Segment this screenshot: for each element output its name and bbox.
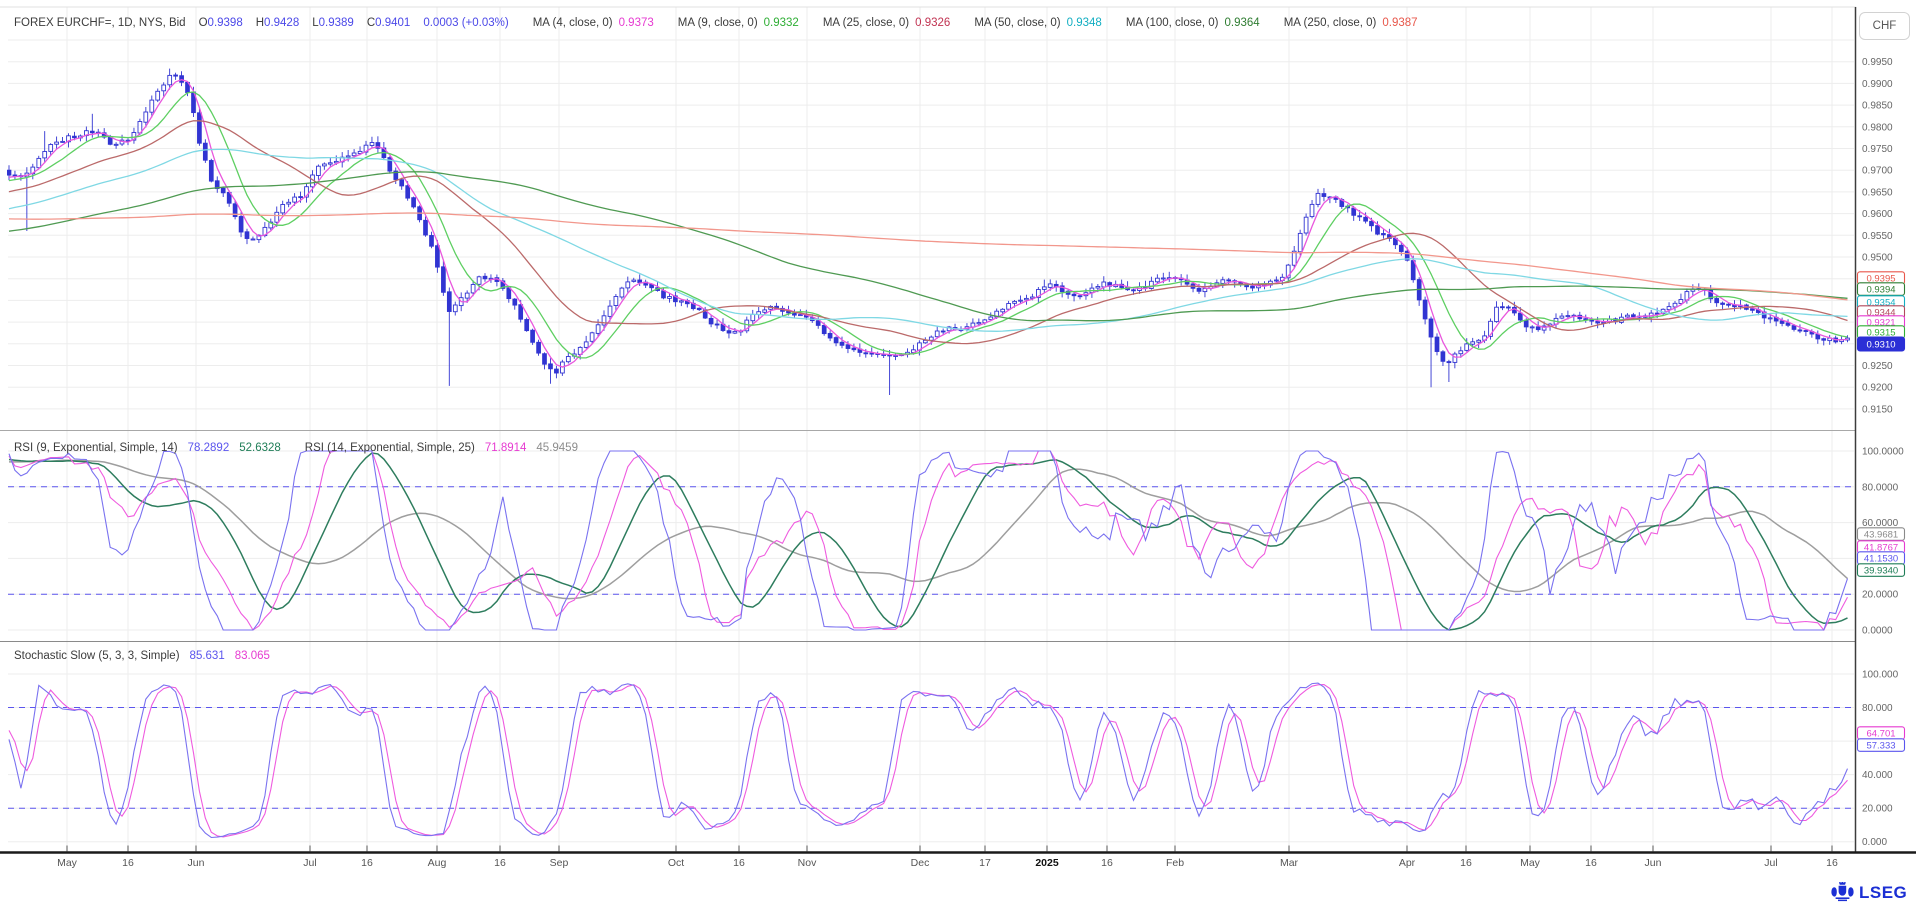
svg-text:0.9750: 0.9750 <box>1862 144 1893 155</box>
change-value: 0.0003 (+0.03%) <box>423 17 508 29</box>
svg-text:May: May <box>1520 857 1541 869</box>
svg-text:64.701: 64.701 <box>1866 728 1895 739</box>
lseg-logo-text: LSEG <box>1859 883 1907 903</box>
rsi-legend[interactable]: RSI (9, Exponential, Simple, 14) 78.2892… <box>14 442 578 454</box>
svg-text:0.9900: 0.9900 <box>1862 79 1893 90</box>
svg-text:100.0000: 100.0000 <box>1862 447 1904 458</box>
svg-text:Mar: Mar <box>1280 857 1299 869</box>
high-value: H0.9428 <box>256 17 300 29</box>
svg-text:0.9650: 0.9650 <box>1862 187 1893 198</box>
svg-text:16: 16 <box>733 857 745 869</box>
instrument-title[interactable]: FOREX EURCHF=, 1D, NYS, Bid <box>14 17 186 29</box>
svg-text:Jun: Jun <box>1645 857 1662 869</box>
svg-text:Feb: Feb <box>1166 857 1184 869</box>
svg-text:16: 16 <box>1826 857 1838 869</box>
svg-text:Dec: Dec <box>911 857 930 869</box>
svg-text:Oct: Oct <box>668 857 684 869</box>
svg-text:57.333: 57.333 <box>1866 740 1895 751</box>
svg-text:0.000: 0.000 <box>1862 837 1887 848</box>
svg-text:16: 16 <box>361 857 373 869</box>
svg-text:Jul: Jul <box>1764 857 1777 869</box>
ma4-legend[interactable]: MA (4, close, 0)0.9373 <box>533 17 654 29</box>
svg-text:0.9200: 0.9200 <box>1862 383 1893 394</box>
low-value: L0.9389 <box>312 17 354 29</box>
lseg-crest-icon <box>1831 882 1854 903</box>
ma9-legend[interactable]: MA (9, close, 0)0.9332 <box>678 17 799 29</box>
svg-text:40.000: 40.000 <box>1862 770 1893 781</box>
lseg-logo: LSEG <box>1831 882 1907 903</box>
svg-text:43.9681: 43.9681 <box>1864 529 1898 540</box>
svg-text:80.000: 80.000 <box>1862 703 1893 714</box>
svg-text:16: 16 <box>122 857 134 869</box>
ma100-legend[interactable]: MA (100, close, 0)0.9364 <box>1126 17 1260 29</box>
open-value: O0.9398 <box>199 17 243 29</box>
stochastic-legend[interactable]: Stochastic Slow (5, 3, 3, Simple) 85.631… <box>14 650 270 662</box>
svg-text:0.9500: 0.9500 <box>1862 253 1893 264</box>
svg-text:0.9150: 0.9150 <box>1862 404 1893 415</box>
chart-window: 0.9950 0.9900 0.9850 0.9800 0.9750 0.9700 0.96… <box>0 0 1916 905</box>
svg-text:16: 16 <box>1460 857 1472 869</box>
svg-text:0.9394: 0.9394 <box>1866 284 1895 295</box>
svg-text:20.0000: 20.0000 <box>1862 590 1899 601</box>
svg-text:0.9550: 0.9550 <box>1862 231 1893 242</box>
svg-text:0.9600: 0.9600 <box>1862 209 1893 220</box>
svg-text:17: 17 <box>979 857 991 869</box>
svg-text:2025: 2025 <box>1035 857 1059 869</box>
main-chart-legend[interactable]: FOREX EURCHF=, 1D, NYS, Bid O0.9398 H0.9… <box>14 17 1418 29</box>
svg-text:100.000: 100.000 <box>1862 670 1899 681</box>
svg-text:0.9310: 0.9310 <box>1866 339 1895 350</box>
svg-text:Apr: Apr <box>1399 857 1416 869</box>
svg-text:Nov: Nov <box>798 857 817 869</box>
svg-text:Aug: Aug <box>428 857 447 869</box>
svg-text:41.1530: 41.1530 <box>1864 553 1898 564</box>
svg-text:0.9850: 0.9850 <box>1862 101 1893 112</box>
svg-text:16: 16 <box>494 857 506 869</box>
svg-text:May: May <box>57 857 78 869</box>
svg-text:0.9250: 0.9250 <box>1862 361 1893 372</box>
ma25-legend[interactable]: MA (25, close, 0)0.9326 <box>823 17 950 29</box>
close-value: C0.9401 <box>367 17 411 29</box>
axis-currency-button[interactable]: CHF <box>1859 12 1910 40</box>
svg-text:Jul: Jul <box>303 857 316 869</box>
svg-text:20.000: 20.000 <box>1862 804 1893 815</box>
ma250-legend[interactable]: MA (250, close, 0)0.9387 <box>1284 17 1418 29</box>
svg-text:0.9800: 0.9800 <box>1862 122 1893 133</box>
svg-text:Sep: Sep <box>550 857 569 869</box>
svg-text:80.0000: 80.0000 <box>1862 482 1899 493</box>
ma50-legend[interactable]: MA (50, close, 0)0.9348 <box>974 17 1101 29</box>
svg-text:Jun: Jun <box>188 857 205 869</box>
svg-text:0.9700: 0.9700 <box>1862 166 1893 177</box>
svg-text:16: 16 <box>1585 857 1597 869</box>
svg-text:16: 16 <box>1101 857 1113 869</box>
svg-text:39.9340: 39.9340 <box>1864 565 1898 576</box>
svg-text:0.9950: 0.9950 <box>1862 57 1893 68</box>
svg-text:0.0000: 0.0000 <box>1862 626 1893 637</box>
